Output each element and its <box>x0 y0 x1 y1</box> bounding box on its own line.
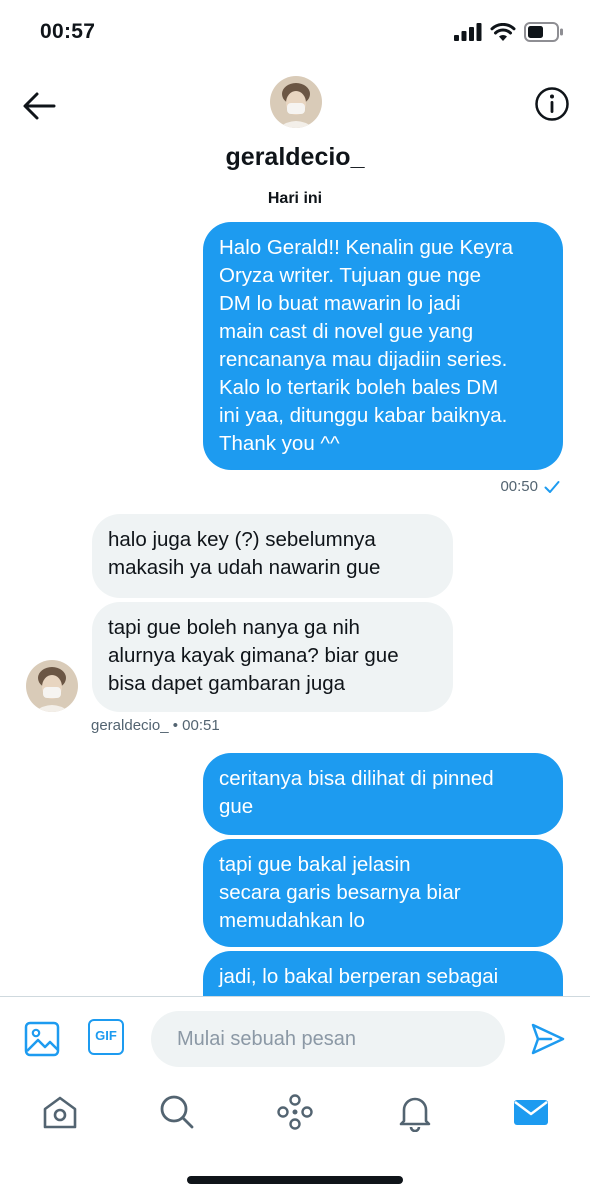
wifi-icon <box>490 22 516 41</box>
info-icon <box>535 87 569 121</box>
outgoing-message[interactable]: ceritanya bisa dilihat di pinned gue <box>203 753 563 835</box>
header-avatar[interactable] <box>270 76 322 128</box>
media-icon <box>24 1021 60 1057</box>
status-icons <box>454 22 564 42</box>
info-button[interactable] <box>534 86 570 122</box>
date-separator: Hari ini <box>267 190 323 207</box>
status-bar: 00:57 <box>0 0 590 64</box>
nav-home[interactable] <box>40 1092 80 1132</box>
battery-icon <box>524 22 563 42</box>
sent-check-icon <box>544 480 560 493</box>
outgoing-message[interactable]: tapi gue bakal jelasin secara garis besa… <box>203 839 563 947</box>
status-time: 00:57 <box>40 20 96 43</box>
sender-avatar[interactable] <box>26 660 78 712</box>
back-arrow-icon <box>23 92 56 120</box>
send-icon <box>531 1023 565 1055</box>
message-composer: GIF <box>0 996 590 1080</box>
nav-messages[interactable] <box>511 1092 551 1132</box>
message-text: tapi gue bakal jelasin secara garis besa… <box>219 853 461 932</box>
message-text: halo juga key (?) sebelumnya makasih ya … <box>108 528 381 579</box>
sender-meta: geraldecio_ • 00:51 <box>91 717 220 734</box>
conversation-username[interactable]: geraldecio_ <box>0 143 590 172</box>
gif-button[interactable]: GIF <box>88 1019 124 1055</box>
notifications-icon <box>399 1097 431 1133</box>
message-input[interactable] <box>151 1011 505 1067</box>
message-text: Halo Gerald!! Kenalin gue Keyra Oryza wr… <box>219 236 514 455</box>
signal-icon <box>454 23 482 41</box>
message-time: 00:50 <box>500 478 538 495</box>
back-button[interactable] <box>20 88 60 124</box>
message-text: ceritanya bisa dilihat di pinned gue <box>219 767 494 818</box>
message-meta: 00:50 <box>500 478 560 495</box>
media-button[interactable] <box>24 1021 62 1057</box>
outgoing-message[interactable]: Halo Gerald!! Kenalin gue Keyra Oryza wr… <box>203 222 563 470</box>
send-button[interactable] <box>530 1021 566 1057</box>
message-text: tapi gue boleh nanya ga nih alurnya kaya… <box>108 616 399 695</box>
search-icon <box>160 1095 194 1129</box>
nav-notifications[interactable] <box>395 1092 435 1133</box>
message-text: jadi, lo bakal berperan sebagai <box>219 965 499 988</box>
messages-icon <box>514 1100 548 1125</box>
home-indicator <box>187 1176 403 1184</box>
nav-search[interactable] <box>157 1092 197 1132</box>
incoming-message[interactable]: halo juga key (?) sebelumnya makasih ya … <box>92 514 453 598</box>
spaces-icon <box>277 1094 313 1130</box>
home-icon <box>43 1096 77 1129</box>
incoming-message[interactable]: tapi gue boleh nanya ga nih alurnya kaya… <box>92 602 453 712</box>
nav-spaces[interactable] <box>275 1092 315 1132</box>
